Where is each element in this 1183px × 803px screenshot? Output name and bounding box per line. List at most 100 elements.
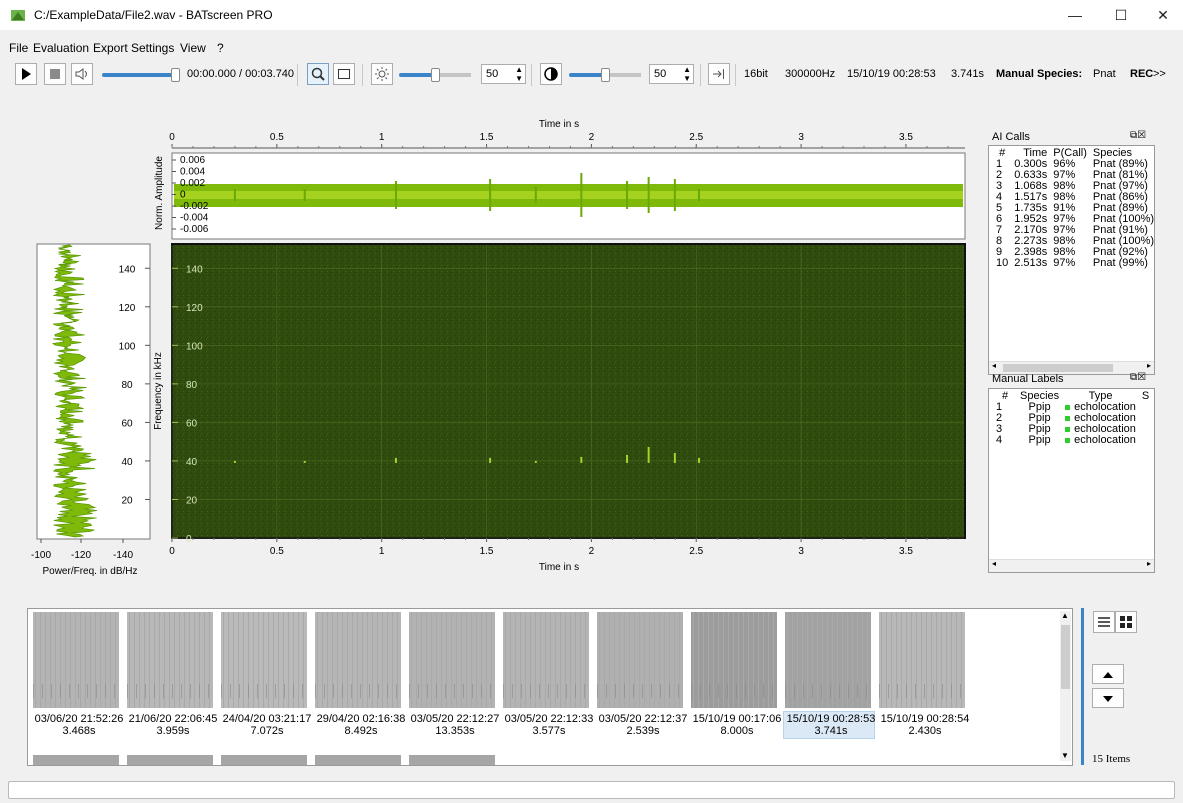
- recording-thumbnail[interactable]: 03/05/20 22:12:33 3.577s: [501, 612, 593, 752]
- sun-icon: [375, 67, 389, 81]
- ps-power-tick-label: -100: [31, 550, 51, 561]
- brightness-button[interactable]: [371, 63, 393, 85]
- stop-button[interactable]: [44, 63, 66, 85]
- thumbnail-date: 03/06/20 21:52:26: [34, 713, 124, 725]
- list-icon: [1098, 617, 1110, 627]
- scroll-right-icon[interactable]: ▸: [1147, 559, 1151, 568]
- thumbnail-row-2-preview[interactable]: [315, 755, 401, 765]
- scroll-up-icon[interactable]: ▲: [1061, 611, 1069, 620]
- spectrogram-panel[interactable]: [171, 243, 966, 539]
- brightness-slider-handle[interactable]: [431, 68, 440, 82]
- scrollbar-thumb[interactable]: [1003, 364, 1113, 372]
- manual-labels-table[interactable]: # Species Type S 1 Ppip echolocation 2 Ppip e…: [988, 388, 1155, 573]
- ai-call-row[interactable]: 10 2.513s 97% Pnat (99%): [993, 258, 1157, 269]
- spectrogram-thumbnail-image: [409, 612, 495, 708]
- volume-slider-handle[interactable]: [171, 68, 180, 82]
- frequency-tick-label: 20: [186, 495, 198, 506]
- thumbnail-date: 15/10/19 00:28:53: [786, 713, 876, 725]
- select-region-button[interactable]: [333, 63, 355, 85]
- frequency-tick-label: 100: [186, 341, 203, 352]
- brightness-slider[interactable]: [399, 68, 471, 82]
- manual-labels-title: Manual Labels: [992, 373, 1064, 385]
- scroll-down-icon[interactable]: ▼: [1061, 751, 1069, 760]
- minimize-button[interactable]: —: [1052, 0, 1098, 30]
- play-button[interactable]: [15, 63, 37, 85]
- menu-help[interactable]: ?: [217, 41, 224, 55]
- ml-col-s: S: [1141, 390, 1150, 402]
- contrast-slider[interactable]: [569, 68, 641, 82]
- recording-thumbnail[interactable]: 03/05/20 22:12:27 13.353s: [407, 612, 499, 752]
- ps-frequency-tick-label: 60: [121, 418, 133, 429]
- power-spectrum-panel[interactable]: [36, 243, 151, 540]
- recording-thumbnail[interactable]: 29/04/20 02:16:38 8.492s: [313, 612, 405, 752]
- spectrogram-thumbnail-image: [127, 612, 213, 708]
- scrollbar-thumb[interactable]: [1061, 625, 1070, 689]
- rectangle-icon: [338, 69, 350, 79]
- jump-to-end-button[interactable]: [708, 63, 730, 85]
- menu-file[interactable]: File: [9, 41, 28, 55]
- recording-thumbnail[interactable]: 15/10/19 00:28:53 3.741s: [783, 612, 875, 752]
- ps-power-tick-label: -140: [113, 550, 133, 561]
- ps-frequency-tick-label: 100: [119, 341, 136, 352]
- contrast-slider-handle[interactable]: [601, 68, 610, 82]
- thumbnail-scrollbar[interactable]: ▲ ▼: [1060, 611, 1071, 761]
- toolbar: 00:00.000 / 00:03.740 50 ▲ ▼ 50 ▲ ▼ 16bit …: [0, 61, 1183, 89]
- zoom-button[interactable]: [307, 63, 329, 85]
- contrast-button[interactable]: [540, 63, 562, 85]
- thumbnail-row-2-preview[interactable]: [409, 755, 495, 765]
- scroll-left-icon[interactable]: ◂: [992, 361, 996, 370]
- spectrogram-thumbnail-image: [691, 612, 777, 708]
- thumbnail-strip[interactable]: 03/06/20 21:52:26 3.468s 21/06/20 22:06:45…: [27, 608, 1073, 766]
- list-view-button[interactable]: [1093, 611, 1115, 633]
- toolbar-overflow-button[interactable]: >>: [1153, 68, 1166, 80]
- maximize-button[interactable]: ☐: [1098, 0, 1144, 30]
- bit-depth-label: 16bit: [744, 68, 768, 80]
- time-tick-label: 2: [589, 546, 595, 557]
- amplitude-tick-label: 0.006: [180, 155, 205, 166]
- power-spectrum-xlabel: Power/Freq. in dB/Hz: [42, 566, 137, 577]
- scroll-right-icon[interactable]: ▸: [1147, 361, 1151, 370]
- grid-view-button[interactable]: [1115, 611, 1137, 633]
- manual-labels-scrollbar[interactable]: ◂ ▸: [989, 559, 1154, 572]
- thumbnail-date: 29/04/20 02:16:38: [316, 713, 406, 725]
- dock-float-close-icon[interactable]: ⧉☒: [1130, 372, 1146, 383]
- scroll-down-button[interactable]: [1092, 688, 1124, 708]
- close-button[interactable]: ✕: [1140, 0, 1183, 30]
- recording-thumbnail[interactable]: 15/10/19 00:17:06 8.000s: [689, 612, 781, 752]
- menu-settings[interactable]: Settings: [131, 41, 174, 55]
- thumbnail-row-2-preview[interactable]: [221, 755, 307, 765]
- spin-arrows-icon[interactable]: ▲ ▼: [515, 65, 523, 83]
- menu-evaluation[interactable]: Evaluation: [33, 41, 89, 55]
- recording-thumbnail[interactable]: 21/06/20 22:06:45 3.959s: [125, 612, 217, 752]
- menu-view[interactable]: View: [180, 41, 206, 55]
- time-tick-label: 3.5: [899, 132, 913, 143]
- manual-label-species: Ppip: [1028, 434, 1051, 446]
- scroll-left-icon[interactable]: ◂: [992, 559, 996, 568]
- menu-export[interactable]: Export: [93, 41, 128, 55]
- contrast-value: 50: [654, 68, 667, 80]
- recording-thumbnail[interactable]: 03/06/20 21:52:26 3.468s: [31, 612, 123, 752]
- recording-thumbnail[interactable]: 15/10/19 00:28:54 2.430s: [877, 612, 969, 752]
- ai-call-time: 2.513s: [1014, 257, 1048, 269]
- brightness-spinbox[interactable]: 50 ▲ ▼: [481, 64, 526, 84]
- volume-button[interactable]: [71, 63, 93, 85]
- recording-thumbnail[interactable]: 24/04/20 03:21:17 7.072s: [219, 612, 311, 752]
- dock-float-close-icon[interactable]: ⧉☒: [1130, 130, 1146, 141]
- item-count-label: 15 Items: [1092, 753, 1131, 765]
- recording-thumbnail[interactable]: 03/05/20 22:12:37 2.539s: [595, 612, 687, 752]
- scroll-up-button[interactable]: [1092, 664, 1124, 684]
- brightness-value: 50: [486, 68, 499, 80]
- thumbnail-date: 21/06/20 22:06:45: [128, 713, 218, 725]
- contrast-spinbox[interactable]: 50 ▲ ▼: [649, 64, 694, 84]
- manual-label-row[interactable]: 4 Ppip echolocation: [993, 435, 1152, 446]
- spin-arrows-icon[interactable]: ▲ ▼: [683, 65, 691, 83]
- frequency-tick-label: 0: [186, 534, 192, 545]
- thumbnail-row-2-preview[interactable]: [127, 755, 213, 765]
- thumbnail-duration: 8.000s: [720, 725, 754, 737]
- thumbnail-row-2-preview[interactable]: [33, 755, 119, 765]
- volume-slider[interactable]: [102, 68, 180, 82]
- spectrogram-thumbnail-image: [785, 612, 871, 708]
- ai-calls-table[interactable]: # Time P(Call) Species 1 0.300s 96% Pnat (8…: [988, 145, 1155, 375]
- sample-rate-label: 300000Hz: [785, 68, 836, 80]
- magnifier-icon: [311, 67, 325, 81]
